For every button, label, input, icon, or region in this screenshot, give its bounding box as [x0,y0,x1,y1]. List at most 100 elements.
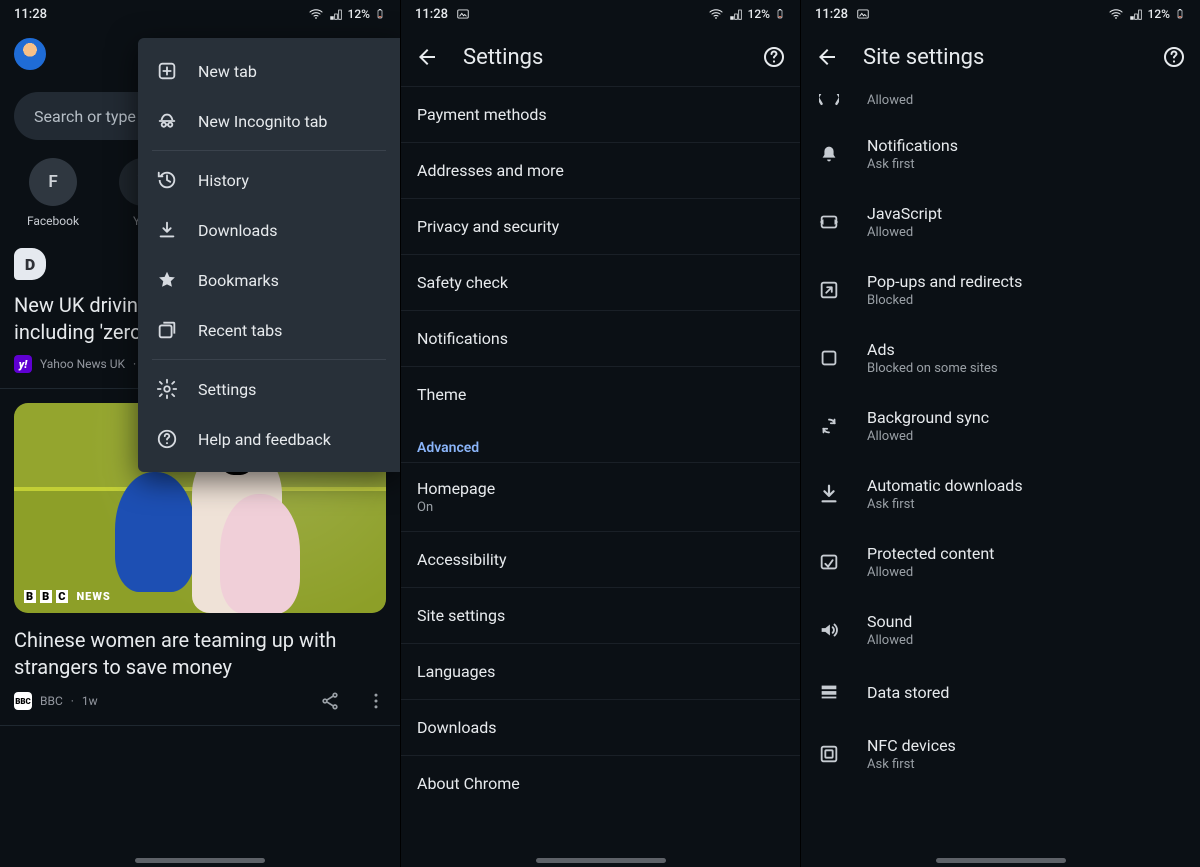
discover-chip[interactable]: D [14,248,46,280]
menu-separator [152,359,386,360]
download-filled-icon [817,482,841,506]
row-javascript[interactable]: JavaScriptAllowed [801,188,1200,256]
menu-history[interactable]: History [138,155,400,205]
divider [0,725,400,726]
row-safety-check[interactable]: Safety check [401,254,800,310]
more-icon[interactable] [366,691,386,711]
nav-gesture-hint [936,858,1066,863]
bbc-icon: BBC [14,692,32,710]
feed-card[interactable]: Chinese women are teaming up with strang… [14,627,386,681]
share-icon[interactable] [320,691,340,711]
row-background-sync[interactable]: Background syncAllowed [801,392,1200,460]
storage-icon [817,680,841,704]
nfc-icon [817,742,841,766]
row-downloads[interactable]: Downloads [401,699,800,755]
menu-new-tab[interactable]: New tab [138,46,400,96]
menu-recent-tabs[interactable]: Recent tabs [138,305,400,355]
settings-list: Payment methods Addresses and more Priva… [401,86,800,811]
menu-separator [152,150,386,151]
row-popups[interactable]: Pop-ups and redirectsBlocked [801,256,1200,324]
help-icon [156,428,178,450]
row-notifications[interactable]: NotificationsAsk first [801,120,1200,188]
row-ads[interactable]: AdsBlocked on some sites [801,324,1200,392]
back-icon[interactable] [415,45,439,69]
wifi-icon [308,6,324,22]
shortcut-facebook[interactable]: F Facebook [18,158,88,228]
incognito-icon [156,110,178,132]
app-bar: Site settings [801,28,1200,86]
app-bar: Settings [401,28,800,86]
row-theme[interactable]: Theme [401,366,800,422]
status-bar: 11:28 12% [801,0,1200,28]
code-end-icon [817,88,841,112]
wifi-icon [708,6,724,22]
plus-box-icon [156,60,178,82]
nav-gesture-hint [536,858,666,863]
star-icon [156,269,178,291]
row-homepage[interactable]: HomepageOn [401,462,800,531]
status-bar: 11:28 12% [401,0,800,28]
gear-icon [156,378,178,400]
js-icon [817,210,841,234]
overflow-menu: New tab New Incognito tab History Downlo… [138,38,400,472]
menu-downloads[interactable]: Downloads [138,205,400,255]
bell-icon [817,142,841,166]
signal-icon [728,6,744,22]
battery-icon [374,6,386,22]
page-title: Site settings [863,45,1138,70]
row-protected-content[interactable]: Protected contentAllowed [801,528,1200,596]
nav-gesture-hint [135,858,265,863]
help-icon[interactable] [762,45,786,69]
feed-meta: BBC BBC · 1w [14,691,386,711]
back-icon[interactable] [815,45,839,69]
row-auto-downloads[interactable]: Automatic downloadsAsk first [801,460,1200,528]
signal-icon [328,6,344,22]
clock: 11:28 [14,7,47,22]
row-data-stored[interactable]: Data stored [801,664,1200,720]
row-partial-top[interactable]: Allowed [801,86,1200,120]
row-sound[interactable]: SoundAllowed [801,596,1200,664]
page-title: Settings [463,45,738,70]
menu-incognito[interactable]: New Incognito tab [138,96,400,146]
history-icon [156,169,178,191]
row-addresses[interactable]: Addresses and more [401,142,800,198]
sync-icon [817,414,841,438]
battery-icon [774,6,786,22]
menu-settings[interactable]: Settings [138,364,400,414]
site-settings-list: Allowed NotificationsAsk first JavaScrip… [801,86,1200,788]
battery-icon [1174,6,1186,22]
screenshot-icon [856,7,870,21]
yahoo-icon: y! [14,355,32,373]
download-icon [156,219,178,241]
row-nfc[interactable]: NFC devicesAsk first [801,720,1200,788]
popup-icon [817,278,841,302]
signal-icon [1128,6,1144,22]
screen-site-settings: 11:28 12% Site settings Allowed Notifica… [800,0,1200,867]
help-icon[interactable] [1162,45,1186,69]
row-about-chrome[interactable]: About Chrome [401,755,800,811]
avatar[interactable] [14,38,46,70]
battery-pct: 12% [348,7,370,21]
section-advanced: Advanced [401,422,800,462]
feed-title: Chinese women are teaming up with strang… [14,627,386,681]
clock: 11:28 [815,7,848,22]
menu-help[interactable]: Help and feedback [138,414,400,464]
row-languages[interactable]: Languages [401,643,800,699]
tabs-icon [156,319,178,341]
sound-icon [817,618,841,642]
screen-chrome-home: 11:28 12% Search or type URL F Facebook … [0,0,400,867]
menu-bookmarks[interactable]: Bookmarks [138,255,400,305]
screenshot-icon [456,7,470,21]
row-site-settings[interactable]: Site settings [401,587,800,643]
bbc-overlay: BBCNEWS [24,590,111,603]
screen-settings: 11:28 12% Settings Payment methods Addre… [400,0,800,867]
wifi-icon [1108,6,1124,22]
battery-pct: 12% [748,7,770,21]
battery-pct: 12% [1148,7,1170,21]
row-payment-methods[interactable]: Payment methods [401,86,800,142]
row-accessibility[interactable]: Accessibility [401,531,800,587]
row-notifications[interactable]: Notifications [401,310,800,366]
square-icon [817,346,841,370]
status-bar: 11:28 12% [0,0,400,28]
row-privacy[interactable]: Privacy and security [401,198,800,254]
